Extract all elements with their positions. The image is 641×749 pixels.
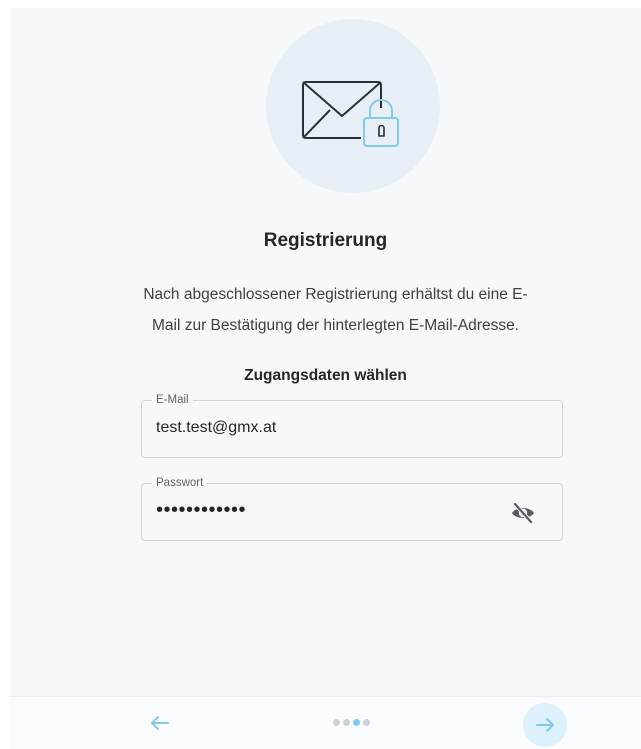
step-dot xyxy=(343,719,350,726)
hero-circle xyxy=(266,19,440,193)
envelope-lock-icon xyxy=(302,81,401,147)
password-field[interactable]: Passwort •••••••••••• xyxy=(141,476,563,541)
email-field-value[interactable]: test.test@gmx.at xyxy=(156,419,276,437)
arrow-right-icon xyxy=(536,718,554,732)
step-dot xyxy=(363,719,370,726)
next-button[interactable] xyxy=(523,703,567,747)
wizard-footer xyxy=(10,696,641,749)
step-dot xyxy=(333,719,340,726)
eye-slash-icon[interactable] xyxy=(510,500,536,526)
email-field-label: E-Mail xyxy=(152,393,193,407)
page-title: Registrierung xyxy=(263,230,388,251)
arrow-left-icon[interactable] xyxy=(146,709,174,737)
email-field[interactable]: E-Mail test.test@gmx.at xyxy=(141,393,563,458)
registration-panel: Registrierung Nach abgeschlossener Regis… xyxy=(10,8,641,749)
password-field-label: Passwort xyxy=(152,476,208,490)
password-field-value[interactable]: •••••••••••• xyxy=(156,499,246,522)
page-description: Nach abgeschlossener Registrierung erhäl… xyxy=(143,286,528,334)
step-indicator xyxy=(333,719,373,729)
step-dot xyxy=(353,719,360,726)
section-title: Zugangsdaten wählen xyxy=(244,367,407,384)
